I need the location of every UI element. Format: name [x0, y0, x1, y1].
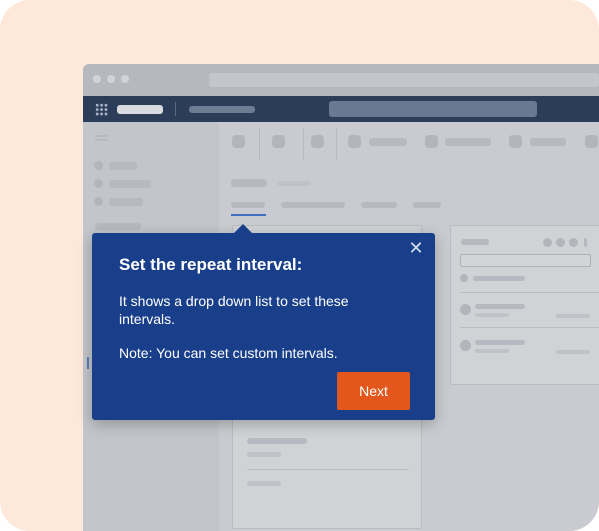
- menu-icon-line: [95, 139, 108, 141]
- sidebar-icon: [94, 179, 103, 188]
- right-card: [450, 225, 599, 385]
- popover-body: It shows a drop down list to set these i…: [119, 293, 349, 327]
- navbar-divider: [175, 102, 176, 116]
- card-line-placeholder: [475, 313, 509, 317]
- close-icon[interactable]: ✕: [407, 239, 425, 257]
- toolbar-icon: [585, 135, 598, 148]
- browser-titlebar: [83, 64, 599, 96]
- card-action-icon: [556, 238, 565, 247]
- next-button[interactable]: Next: [337, 372, 410, 410]
- toolbar-icon: [311, 135, 324, 148]
- card-line-placeholder: [473, 276, 525, 281]
- card-separator: [247, 469, 409, 470]
- window-dot: [121, 75, 129, 83]
- toolbar-icon: [232, 135, 245, 148]
- window-dot: [107, 75, 115, 83]
- sidebar-icon: [94, 197, 103, 206]
- toolbar-label-placeholder: [445, 138, 491, 146]
- card-separator: [460, 327, 599, 328]
- tab-placeholder: [361, 202, 397, 208]
- toolbar-icon: [425, 135, 438, 148]
- card-line-placeholder: [556, 350, 590, 354]
- top-navbar: [83, 96, 599, 122]
- card-line-placeholder: [475, 340, 525, 345]
- card-action-icon: [569, 238, 578, 247]
- card-item-icon: [460, 274, 468, 282]
- card-line-placeholder: [247, 481, 281, 486]
- toolbar-label-placeholder: [530, 138, 566, 146]
- sidebar-item-placeholder: [109, 180, 151, 188]
- menu-icon: [95, 135, 108, 137]
- card-line-placeholder: [475, 349, 509, 353]
- app-grid-icon: [95, 103, 108, 116]
- card-line-placeholder: [556, 314, 590, 318]
- address-bar-placeholder: [209, 73, 599, 87]
- collapse-handle: [87, 357, 89, 369]
- page-title-placeholder: [231, 179, 267, 187]
- toolbar-divider: [303, 127, 304, 161]
- active-tab-indicator: [231, 214, 266, 216]
- tab-placeholder: [281, 202, 345, 208]
- sidebar-icon: [94, 161, 103, 170]
- card-line-placeholder: [475, 304, 525, 309]
- card-input-placeholder: [460, 254, 591, 267]
- page-subtitle-placeholder: [277, 181, 311, 186]
- toolbar-icon: [509, 135, 522, 148]
- background-frame: ✕ Set the repeat interval: It shows a dr…: [0, 0, 599, 531]
- toolbar-label-placeholder: [369, 138, 407, 146]
- card-separator: [460, 292, 599, 293]
- tour-popover: ✕ Set the repeat interval: It shows a dr…: [92, 224, 435, 420]
- toolbar-icon: [272, 135, 285, 148]
- card-action-icon: [543, 238, 552, 247]
- global-search-placeholder: [329, 101, 537, 117]
- popover-title: Set the repeat interval:: [119, 255, 303, 274]
- sidebar-section-placeholder: [95, 223, 141, 230]
- section-name-placeholder: [189, 106, 255, 113]
- card-more-icon: [584, 238, 587, 247]
- card-line-placeholder: [247, 452, 281, 457]
- card-header-placeholder: [461, 239, 489, 245]
- avatar-placeholder: [460, 304, 471, 315]
- avatar-placeholder: [460, 340, 471, 351]
- app-name-placeholder: [117, 105, 163, 114]
- popover-arrow: [233, 224, 253, 234]
- sidebar-item-placeholder: [109, 198, 143, 206]
- toolbar-divider: [336, 127, 337, 161]
- toolbar-divider: [259, 127, 260, 161]
- window-dot: [93, 75, 101, 83]
- card-line-placeholder: [247, 438, 307, 444]
- popover-note: Note: You can set custom intervals.: [119, 345, 338, 361]
- tab-placeholder-active: [231, 202, 265, 208]
- sidebar-item-placeholder: [109, 162, 137, 170]
- toolbar-icon: [348, 135, 361, 148]
- tab-placeholder: [413, 202, 441, 208]
